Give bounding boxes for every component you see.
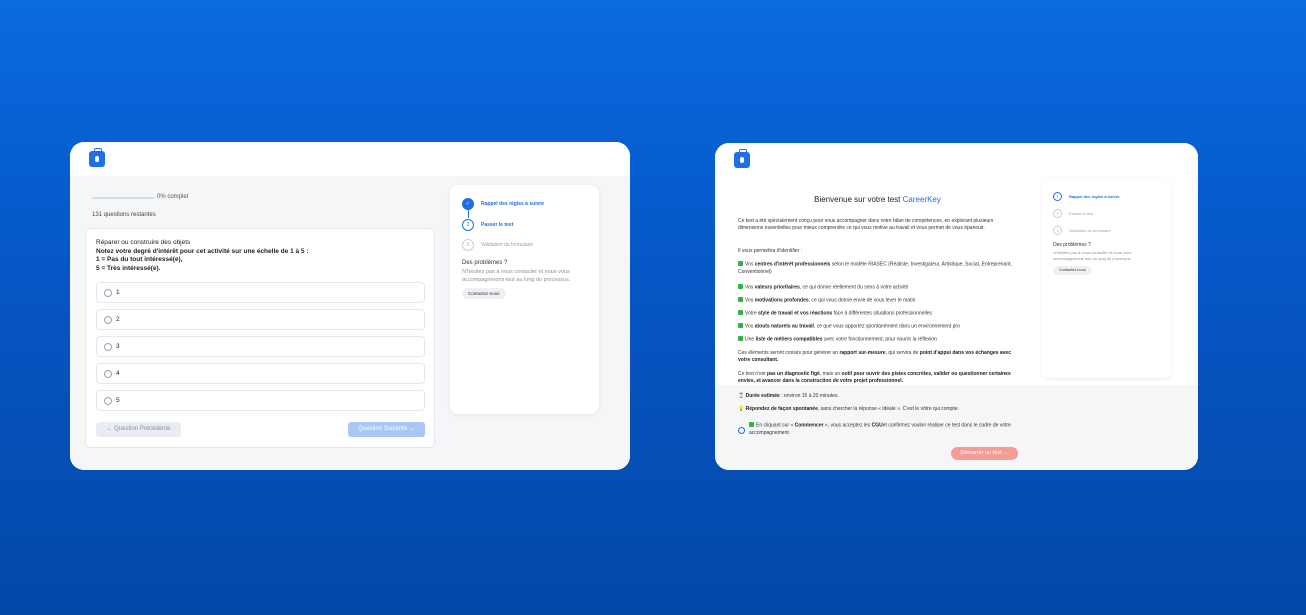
lightbulb-icon: 💡 bbox=[738, 406, 745, 412]
step-label: Rappel des règles à suivre bbox=[481, 201, 545, 207]
step-number: 3 bbox=[1053, 226, 1062, 235]
list-item: Vos atouts naturels au travail, ce que v… bbox=[738, 323, 1018, 331]
answer-label: 5 bbox=[116, 397, 120, 404]
radio-icon[interactable] bbox=[104, 289, 112, 297]
answer-label: 4 bbox=[116, 370, 120, 377]
answer-label: 1 bbox=[116, 289, 120, 296]
start-test-button[interactable]: Démarrer un test → bbox=[951, 447, 1018, 460]
check-icon: ✓ bbox=[462, 198, 474, 210]
consent-text: En cliquant sur « Commencer », vous acce… bbox=[749, 422, 1011, 436]
welcome-title: Bienvenue sur votre test CareerKey bbox=[715, 195, 1040, 204]
app-header bbox=[70, 142, 630, 176]
steps-panel: ✓ Rappel des règles à suivre 2 Passer le… bbox=[450, 185, 599, 414]
step-label: Passer le test bbox=[481, 222, 514, 228]
check-icon bbox=[749, 422, 754, 427]
help-text: N'hésitez pas à nous contacter et nous v… bbox=[1053, 250, 1132, 261]
allows-text: Il vous permettra d'identifier : bbox=[738, 248, 803, 254]
radio-icon[interactable] bbox=[104, 397, 112, 405]
step-connector bbox=[468, 209, 469, 218]
list-item: Vos valeurs prioritaires, ce qui donne r… bbox=[738, 284, 1018, 292]
step-number: 3 bbox=[462, 239, 474, 251]
brand-name: CareerKey bbox=[902, 195, 941, 204]
step-number: 2 bbox=[1053, 209, 1062, 218]
progress-bar bbox=[92, 197, 154, 199]
question-instruction: Notez votre degré d'intérêt pour cet act… bbox=[96, 247, 309, 255]
welcome-window: Bienvenue sur votre test CareerKey Ce te… bbox=[715, 143, 1198, 470]
contact-button[interactable]: Contactez-nous bbox=[1053, 266, 1092, 275]
welcome-content: Bienvenue sur votre test CareerKey Ce te… bbox=[715, 177, 1198, 470]
step-rules: ✓ Rappel des règles à suivre bbox=[462, 198, 592, 210]
answer-option-5[interactable]: 5 bbox=[96, 390, 425, 411]
check-icon bbox=[738, 336, 743, 341]
list-item: Vos motivations profondes, ce qui vous d… bbox=[738, 297, 1018, 305]
progress-label: 0% complet bbox=[157, 194, 189, 200]
list-item: Vos centres d'intérêt professionnels sel… bbox=[738, 261, 1012, 275]
careerkey-logo-icon bbox=[89, 148, 105, 167]
step-validation: 3 Validation du formulaire bbox=[1053, 226, 1183, 238]
help-title: Des problèmes ? bbox=[1053, 242, 1091, 248]
steps-panel: 1 Rappel des règles à suivre 2 Passer le… bbox=[1042, 179, 1171, 378]
answer-label: 3 bbox=[116, 343, 120, 350]
consent-radio[interactable] bbox=[738, 427, 745, 434]
check-icon bbox=[738, 261, 743, 266]
intro-text: Ce test a été spécialement conçu pour vo… bbox=[738, 218, 994, 231]
spontaneous-text: 💡 Répondez de façon spontanée, sans cher… bbox=[738, 406, 959, 412]
previous-question-button[interactable]: ← Question Précédente bbox=[96, 422, 181, 437]
help-text: N'hésitez pas à nous contacter et nous v… bbox=[462, 269, 571, 283]
step-test: 2 Passer le test bbox=[1053, 209, 1183, 221]
radio-icon[interactable] bbox=[104, 343, 112, 351]
step-label: Rappel des règles à suivre bbox=[1069, 194, 1120, 199]
next-question-button[interactable]: Question Suivante → bbox=[348, 422, 425, 437]
list-item: Votre style de travail et vos réactions … bbox=[738, 310, 1018, 318]
check-icon bbox=[738, 310, 743, 315]
step-validation: 3 Validation du formulaire bbox=[462, 239, 592, 251]
app-header bbox=[715, 143, 1198, 177]
step-rules: 1 Rappel des règles à suivre bbox=[1053, 192, 1183, 204]
hourglass-icon: ⏳ bbox=[738, 393, 745, 399]
careerkey-logo-icon bbox=[734, 149, 750, 168]
answer-option-1[interactable]: 1 bbox=[96, 282, 425, 303]
step-label: Passer le test bbox=[1069, 211, 1094, 216]
radio-icon[interactable] bbox=[104, 316, 112, 324]
answer-option-4[interactable]: 4 bbox=[96, 363, 425, 384]
answer-option-2[interactable]: 2 bbox=[96, 309, 425, 330]
questions-remaining: 131 questions restantes bbox=[92, 212, 156, 218]
step-label: Validation du formulaire bbox=[1069, 228, 1111, 233]
question-content: 0% complet 131 questions restantes Répar… bbox=[70, 176, 630, 470]
check-icon bbox=[738, 284, 743, 289]
diagnostic-text: Ce test n'est pas un diagnostic figé, ma… bbox=[738, 371, 1011, 384]
contact-button[interactable]: Contactez-nous bbox=[462, 288, 506, 299]
check-icon bbox=[738, 323, 743, 328]
radio-icon[interactable] bbox=[104, 370, 112, 378]
step-number: 2 bbox=[462, 219, 474, 231]
duration-text: ⏳ Durée estimée : environ 15 à 20 minute… bbox=[738, 393, 839, 399]
report-text: Ces éléments seront croisés pour générer… bbox=[738, 350, 1011, 363]
question-title: Réparer ou construire des objets bbox=[96, 239, 191, 246]
answer-label: 2 bbox=[116, 316, 120, 323]
check-icon bbox=[738, 297, 743, 302]
question-text: Réparer ou construire des objets Notez v… bbox=[96, 239, 309, 273]
answer-option-3[interactable]: 3 bbox=[96, 336, 425, 357]
step-number: 1 bbox=[1053, 192, 1062, 201]
question-card: Réparer ou construire des objets Notez v… bbox=[85, 228, 435, 448]
scale-low: 1 = Pas du tout intéressé(e), bbox=[96, 256, 183, 263]
question-window: 0% complet 131 questions restantes Répar… bbox=[70, 142, 630, 470]
welcome-prefix: Bienvenue sur votre test bbox=[814, 195, 901, 204]
help-title: Des problèmes ? bbox=[462, 260, 508, 266]
step-label: Validation du formulaire bbox=[481, 242, 534, 248]
step-test: 2 Passer le test bbox=[462, 219, 592, 231]
scale-high: 5 = Très intéressé(e). bbox=[96, 264, 161, 272]
list-item: Une liste de métiers compatibles avec vo… bbox=[738, 336, 1018, 344]
